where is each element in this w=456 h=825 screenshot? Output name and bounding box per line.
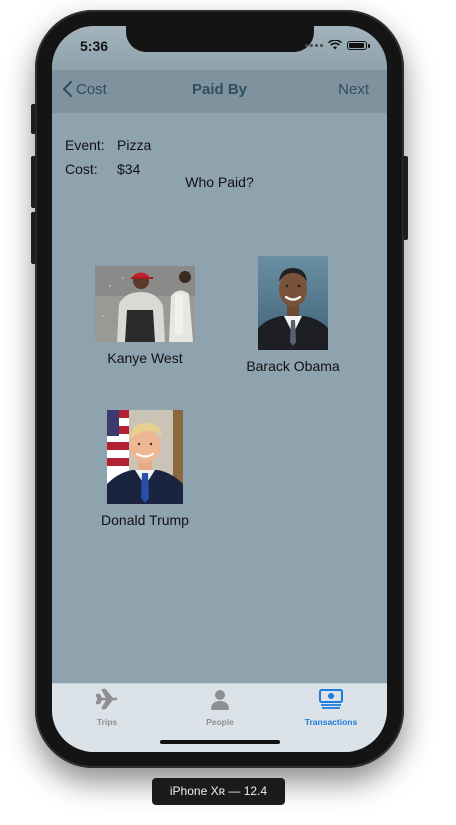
event-label: Event: [65,137,105,153]
person-photo [95,266,195,342]
status-icons [305,40,370,50]
person-card[interactable]: Kanye West [90,266,200,366]
airplane-icon [95,688,117,710]
person-name: Donald Trump [101,512,189,528]
next-button[interactable]: Next [338,81,369,98]
mute-switch [31,104,36,134]
navigation-bar: Cost Paid By Next [52,70,387,113]
tab-label: People [206,717,234,727]
person-photo [258,256,328,350]
money-icon [319,689,343,709]
status-bar: 5:36 [52,26,387,70]
device-label: iPhone Xʀ — 12.4 [152,778,285,805]
wifi-icon [328,40,342,50]
signal-dots-icon [305,43,323,47]
tab-people[interactable]: People [170,688,270,727]
person-photo [107,410,183,504]
person-card[interactable]: Barack Obama [238,256,348,374]
page-title: Paid By [191,81,248,98]
tab-bar: Trips People Transactions [52,683,387,752]
event-row: Event: Pizza [65,137,151,153]
tab-transactions[interactable]: Transactions [281,688,381,727]
battery-icon [347,40,370,50]
screen: 5:36 Cost Paid By Next Event: Pizza Cost… [52,26,387,752]
person-name: Barack Obama [246,358,340,374]
home-indicator [159,740,280,744]
notch [126,26,314,52]
power-button [403,156,408,240]
volume-down-button [31,212,36,264]
person-card[interactable]: Donald Trump [90,410,200,528]
main-content: Event: Pizza Cost: $34 Who Paid? Kanye W… [52,113,387,684]
tab-trips[interactable]: Trips [57,688,157,727]
person-icon [211,690,229,710]
volume-up-button [31,156,36,208]
tab-label: Transactions [304,717,358,727]
tab-label: Trips [96,717,118,727]
person-name: Kanye West [107,350,183,366]
event-value: Pizza [117,137,152,153]
status-time: 5:36 [80,38,109,54]
who-paid-prompt: Who Paid? [185,174,254,190]
